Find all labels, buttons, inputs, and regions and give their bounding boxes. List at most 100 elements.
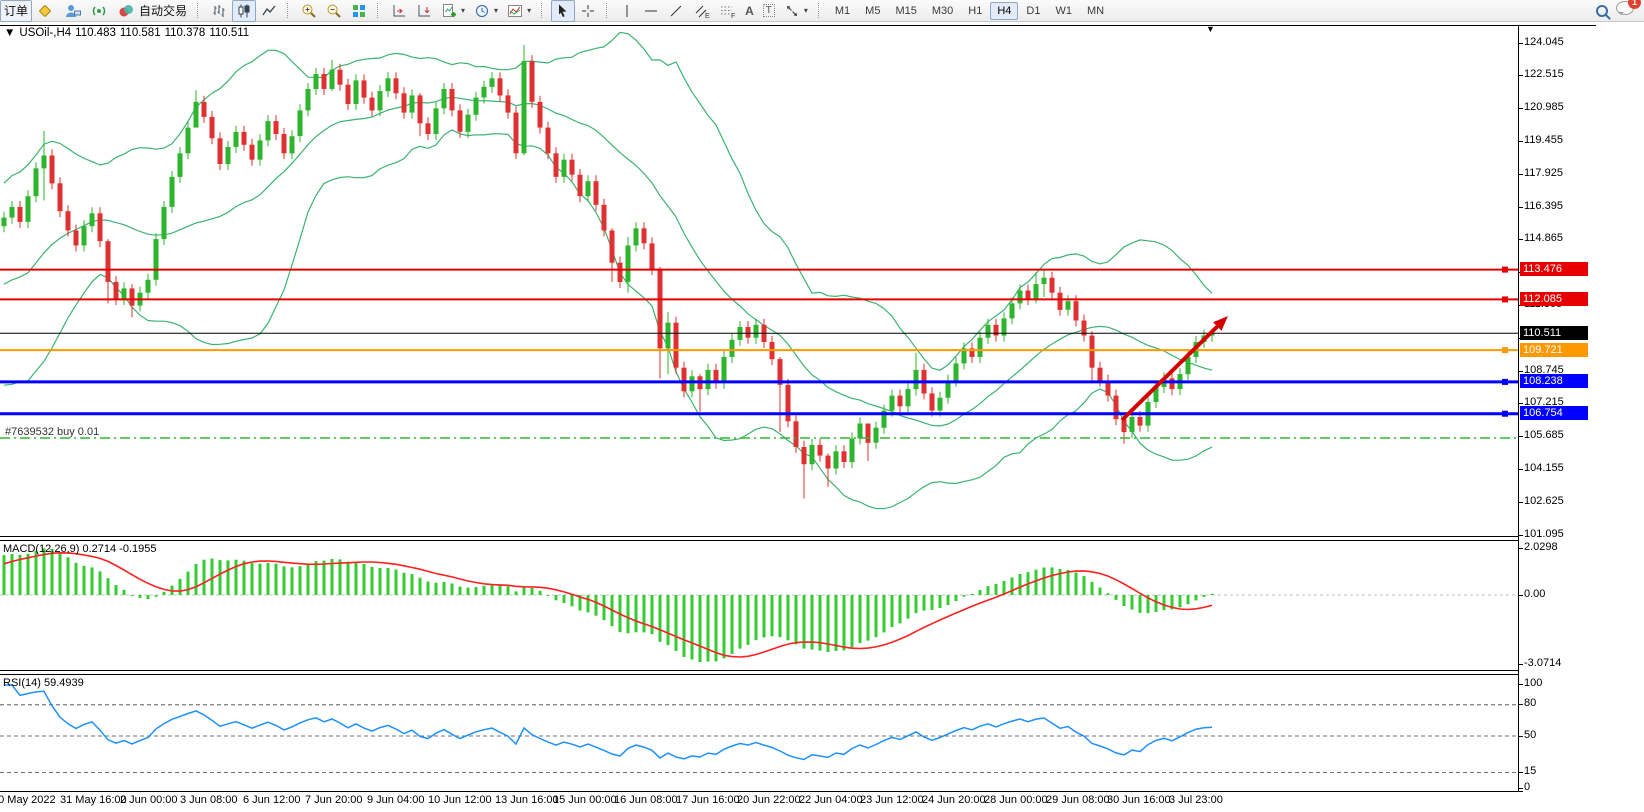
macd-bar: [763, 595, 766, 637]
macd-bar: [235, 560, 238, 595]
hline-handle[interactable]: [1502, 296, 1508, 302]
macd-bar: [1099, 588, 1102, 596]
timeframe-h4[interactable]: H4: [990, 2, 1018, 20]
macd-bar: [379, 568, 382, 595]
equidistant-channel-tool[interactable]: E: [689, 0, 714, 22]
macd-bar: [67, 557, 70, 595]
candle-body: [274, 121, 279, 134]
rsi-tick-label: 80: [1524, 697, 1536, 709]
text-tool[interactable]: A: [741, 0, 758, 22]
timeframe-m15[interactable]: M15: [888, 2, 923, 20]
application-window: 订单 自动交易: [0, 0, 1644, 812]
macd-bar: [123, 590, 126, 595]
time-axis-label: 7 Jun 20:00: [305, 794, 363, 806]
macd-tickmark: [1518, 595, 1523, 596]
timeframe-m5[interactable]: M5: [858, 2, 887, 20]
chart-shift-icon[interactable]: [387, 0, 411, 22]
order-button[interactable]: 订单: [0, 0, 32, 22]
zoom-out-icon[interactable]: [322, 0, 346, 22]
signals-icon[interactable]: [87, 0, 113, 22]
timeframe-m30[interactable]: M30: [925, 2, 960, 20]
price-tick-label: 101.095: [1524, 528, 1564, 540]
timeframe-w1[interactable]: W1: [1048, 2, 1079, 20]
price-pane-canvas[interactable]: [0, 26, 1518, 536]
rsi-tick-label: 100: [1524, 677, 1542, 689]
auto-scroll-icon[interactable]: [412, 0, 436, 22]
line-chart-icon[interactable]: [257, 0, 281, 22]
crosshair-icon: [580, 3, 596, 19]
hline-handle[interactable]: [1502, 411, 1508, 417]
macd-bar: [803, 595, 806, 649]
time-axis-label: 29 Jun 08:00: [1046, 794, 1110, 806]
macd-pane-canvas[interactable]: [0, 541, 1518, 670]
price-tickmark: [1518, 239, 1523, 240]
trend-arrow[interactable]: [1122, 327, 1217, 420]
hline-handle[interactable]: [1502, 267, 1508, 273]
candle-body: [618, 263, 623, 282]
macd-bar: [571, 595, 574, 606]
candlestick-chart-icon[interactable]: [232, 0, 256, 22]
macd-bar: [363, 564, 366, 595]
timeframe-h1[interactable]: H1: [961, 2, 989, 20]
tile-windows-icon[interactable]: [347, 0, 371, 22]
time-axis-label: 15 Jun 00:00: [553, 794, 617, 806]
macd-bar: [603, 595, 606, 620]
period-button[interactable]: ▾: [470, 0, 502, 22]
candle-body: [666, 323, 671, 349]
candle-body: [266, 121, 271, 140]
text-label-tool[interactable]: T: [759, 0, 779, 22]
hline-handle[interactable]: [1502, 379, 1508, 385]
macd-bar: [227, 560, 230, 595]
candle-body: [234, 132, 239, 147]
horizontal-line-tool[interactable]: [639, 0, 663, 22]
candle-body: [1090, 336, 1095, 368]
candle-body: [898, 396, 903, 407]
candle-body: [554, 153, 559, 177]
hline-handle[interactable]: [1502, 347, 1508, 353]
candle-body: [522, 61, 527, 153]
vertical-line-tool[interactable]: [616, 0, 638, 22]
candle-body: [890, 396, 895, 411]
template-button[interactable]: ▾: [503, 0, 535, 22]
rsi-tick-label: 0: [1524, 781, 1530, 793]
candle-body: [802, 447, 807, 464]
price-tick-label: 120.985: [1524, 101, 1564, 113]
arrows-tool[interactable]: ▾: [780, 0, 812, 22]
search-icon[interactable]: [1596, 5, 1608, 17]
trendline-tool[interactable]: [664, 0, 688, 22]
rsi-pane-canvas[interactable]: [0, 675, 1518, 791]
autotrade-label: 自动交易: [139, 2, 187, 19]
candle-body: [514, 113, 519, 154]
candle-body: [858, 424, 863, 439]
macd-bar: [419, 578, 422, 595]
autotrade-button[interactable]: 自动交易: [114, 0, 191, 22]
fibonacci-tool[interactable]: F: [715, 0, 740, 22]
macd-bar: [443, 582, 446, 595]
time-axis-label: 9 Jun 04:00: [367, 794, 425, 806]
macd-bar: [1091, 582, 1094, 595]
price-level-chip: 109.721: [1520, 343, 1588, 357]
bar-chart-icon[interactable]: [207, 0, 231, 22]
crosshair-tool[interactable]: [576, 0, 600, 22]
timeframe-d1[interactable]: D1: [1019, 2, 1047, 20]
chevron-down-icon: ▾: [494, 6, 498, 15]
new-chart-button[interactable]: ▾: [437, 0, 469, 22]
cursor-tool[interactable]: [551, 0, 575, 22]
candle-body: [394, 78, 399, 93]
gold-tag-icon[interactable]: [33, 0, 59, 22]
candlesticks[interactable]: [2, 45, 1215, 499]
bollinger-lower-band: [4, 130, 1212, 509]
svg-text:F: F: [731, 13, 735, 19]
zoom-in-icon[interactable]: [297, 0, 321, 22]
candle-body: [826, 456, 831, 469]
macd-tickmark: [1518, 664, 1523, 665]
candle-body: [202, 102, 207, 117]
macd-bar: [531, 588, 534, 595]
macd-bar: [347, 562, 350, 595]
timeframe-m1[interactable]: M1: [828, 2, 857, 20]
candle-body: [354, 80, 359, 104]
community-icon[interactable]: [60, 0, 86, 22]
timeframe-mn[interactable]: MN: [1080, 2, 1111, 20]
macd-bar: [1131, 595, 1134, 610]
notifications[interactable]: 1: [1616, 1, 1634, 20]
